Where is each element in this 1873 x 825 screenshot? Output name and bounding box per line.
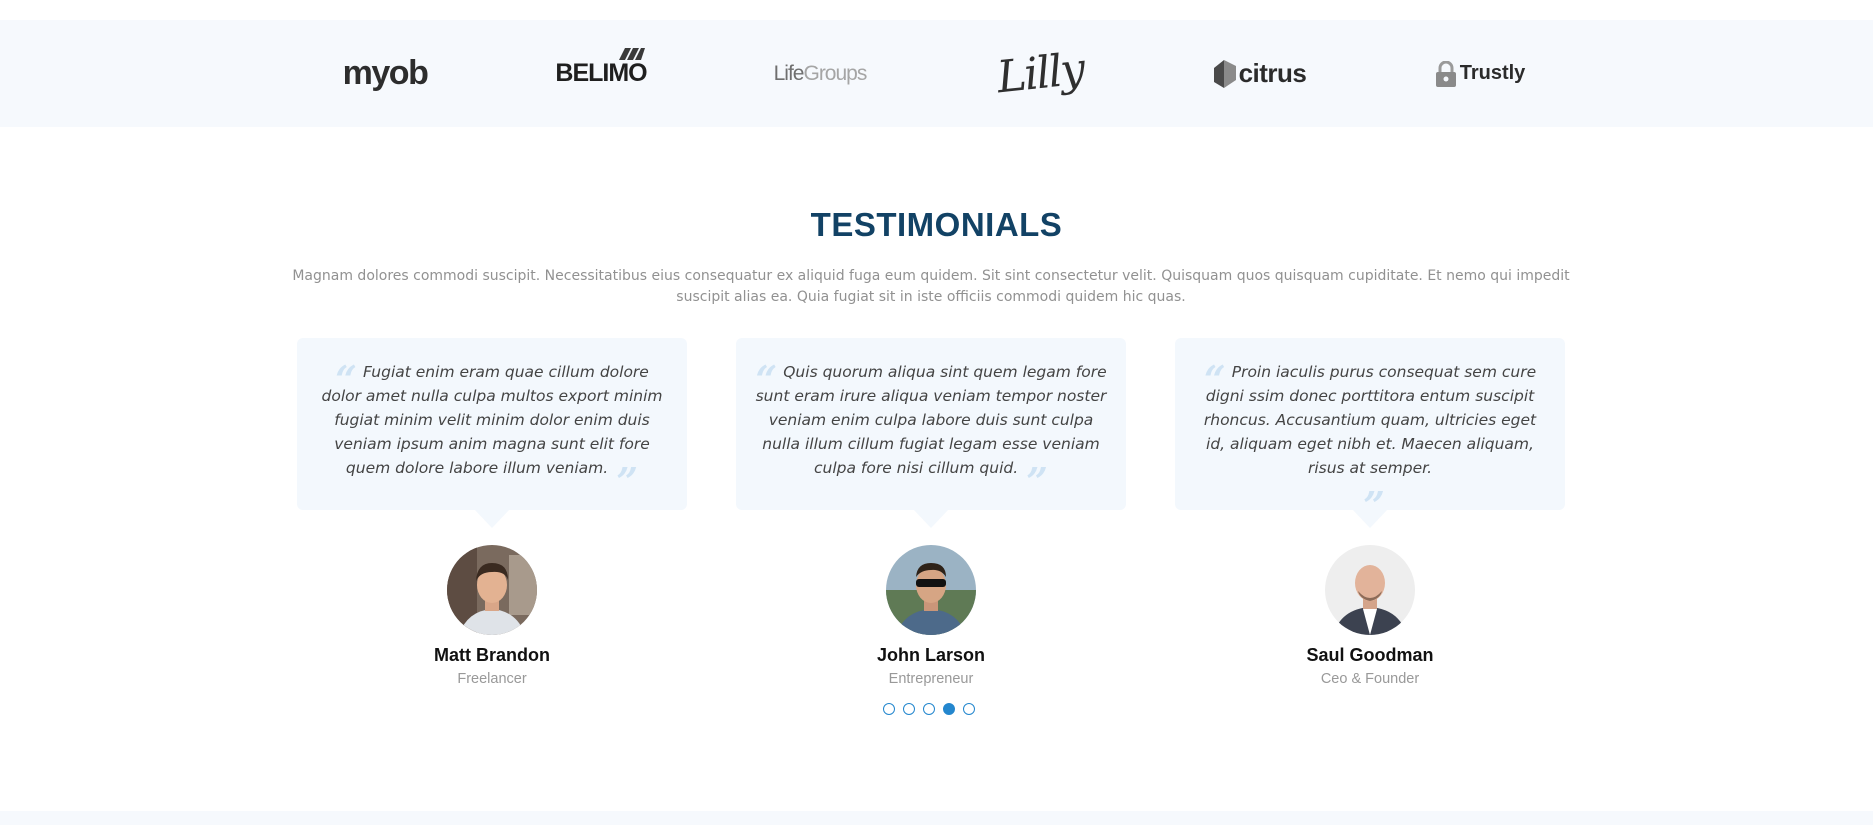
person-role: Entrepreneur [888,671,974,687]
quote-box: “Quis quorum aliqua sint quem legam fore… [736,338,1126,528]
person-name: Matt Brandon [434,645,550,665]
myob-logo[interactable]: myob [330,20,440,127]
avatar [886,545,976,635]
citrus-logo[interactable]: citrus [1210,20,1310,127]
quote-text: “Fugiat enim eram quae cillum dolore dol… [321,357,663,504]
quote-text: “Quis quorum aliqua sint quem legam fore… [755,357,1107,504]
quote-box: “Fugiat enim eram quae cillum dolore dol… [297,338,687,528]
quote-left-icon: “ [755,357,778,402]
quote-left-icon: “ [335,357,358,402]
quote-left-icon: “ [1203,357,1226,402]
quote-right-icon: ” [616,459,639,504]
quote-right-icon: ” [1363,483,1385,528]
quote-right-icon: ” [1026,459,1049,504]
testimonial-item: “Fugiat enim eram quae cillum dolore dol… [297,338,687,687]
person-role: Freelancer [457,671,527,687]
person-name: John Larson [876,645,985,665]
section-title: TESTIMONIALS [810,206,1063,243]
person-name: Saul Goodman [1306,645,1434,665]
myob-logo-text: myob [342,54,429,92]
avatar [447,545,537,635]
person-role: Ceo & Founder [1320,671,1420,687]
avatar [1325,545,1415,635]
lifegroups-logo[interactable]: LifeGroups [770,20,870,127]
belimo-logo[interactable]: BELIMO [550,20,652,127]
testimonial-item: “Proin iaculis purus consequat sem cure … [1175,338,1565,687]
lock-icon [1435,60,1456,87]
pagination-dot[interactable] [903,703,915,715]
pagination-dot[interactable] [963,703,975,715]
citrus-mark-icon [1213,59,1236,88]
lilly-logo-text: Lilly [994,43,1086,104]
citrus-logo-text: citrus [1238,58,1307,88]
pagination-dot[interactable] [883,703,895,715]
clients-section: myob BELIMO LifeGroups Lilly citrus Trus… [0,20,1873,127]
belimo-bars-icon [618,48,645,60]
testimonial-item: “Quis quorum aliqua sint quem legam fore… [736,338,1126,687]
trustly-logo-text: Trustly [1459,62,1526,84]
pagination-dot-active[interactable] [943,703,955,715]
lilly-logo[interactable]: Lilly [990,20,1090,127]
belimo-logo-text: BELIMO [555,59,647,87]
trustly-logo[interactable]: Trustly [1430,20,1530,127]
quote-text: “Proin iaculis purus consequat sem cure … [1203,357,1537,528]
quote-box: “Proin iaculis purus consequat sem cure … [1175,338,1565,528]
section-description: Magnam dolores commodi suscipit. Necessi… [292,268,1570,305]
pagination-dot[interactable] [923,703,935,715]
next-section-strip [0,811,1873,825]
carousel-pagination [883,703,975,715]
lifegroups-logo-text: LifeGroups [773,61,868,85]
